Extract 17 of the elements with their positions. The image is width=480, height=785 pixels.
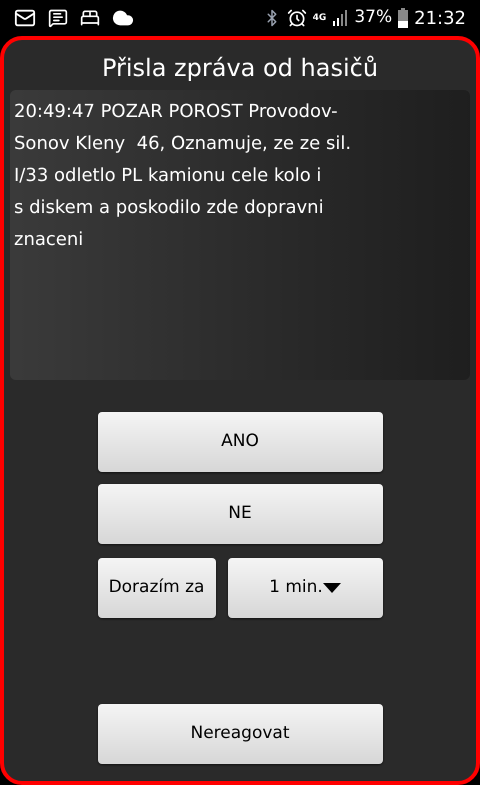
network-type: 4G [312,14,326,22]
answer-button[interactable]: NE [98,484,382,544]
dialog-title: Přisla zpráva od hasičů [102,53,378,84]
signal-icon [332,10,348,26]
alarm-icon [286,8,307,28]
battery-icon [398,8,408,28]
mail-icon [14,7,36,29]
message-text: 20:49:47 POZAR POROST Provodov- Sonov Kleny 46, Oznamuje, ze ze sil. I/33 odletlo PL kamionu cele kolo i s diskem a poskodilo zde dopravni znaceni [10,90,470,380]
clock-time: 21:32 [414,6,466,30]
ignore-button[interactable]: Nereagovat [98,704,382,764]
caret-icon [322,583,341,593]
answer-button[interactable]: ANO [98,412,382,472]
battery-percent: 37% [354,6,392,30]
message-icon [48,8,68,28]
arrival-dropdown[interactable]: 1 min. [228,558,382,618]
bed-icon [80,8,100,28]
arrival-button[interactable]: Dorazím za [98,558,216,618]
